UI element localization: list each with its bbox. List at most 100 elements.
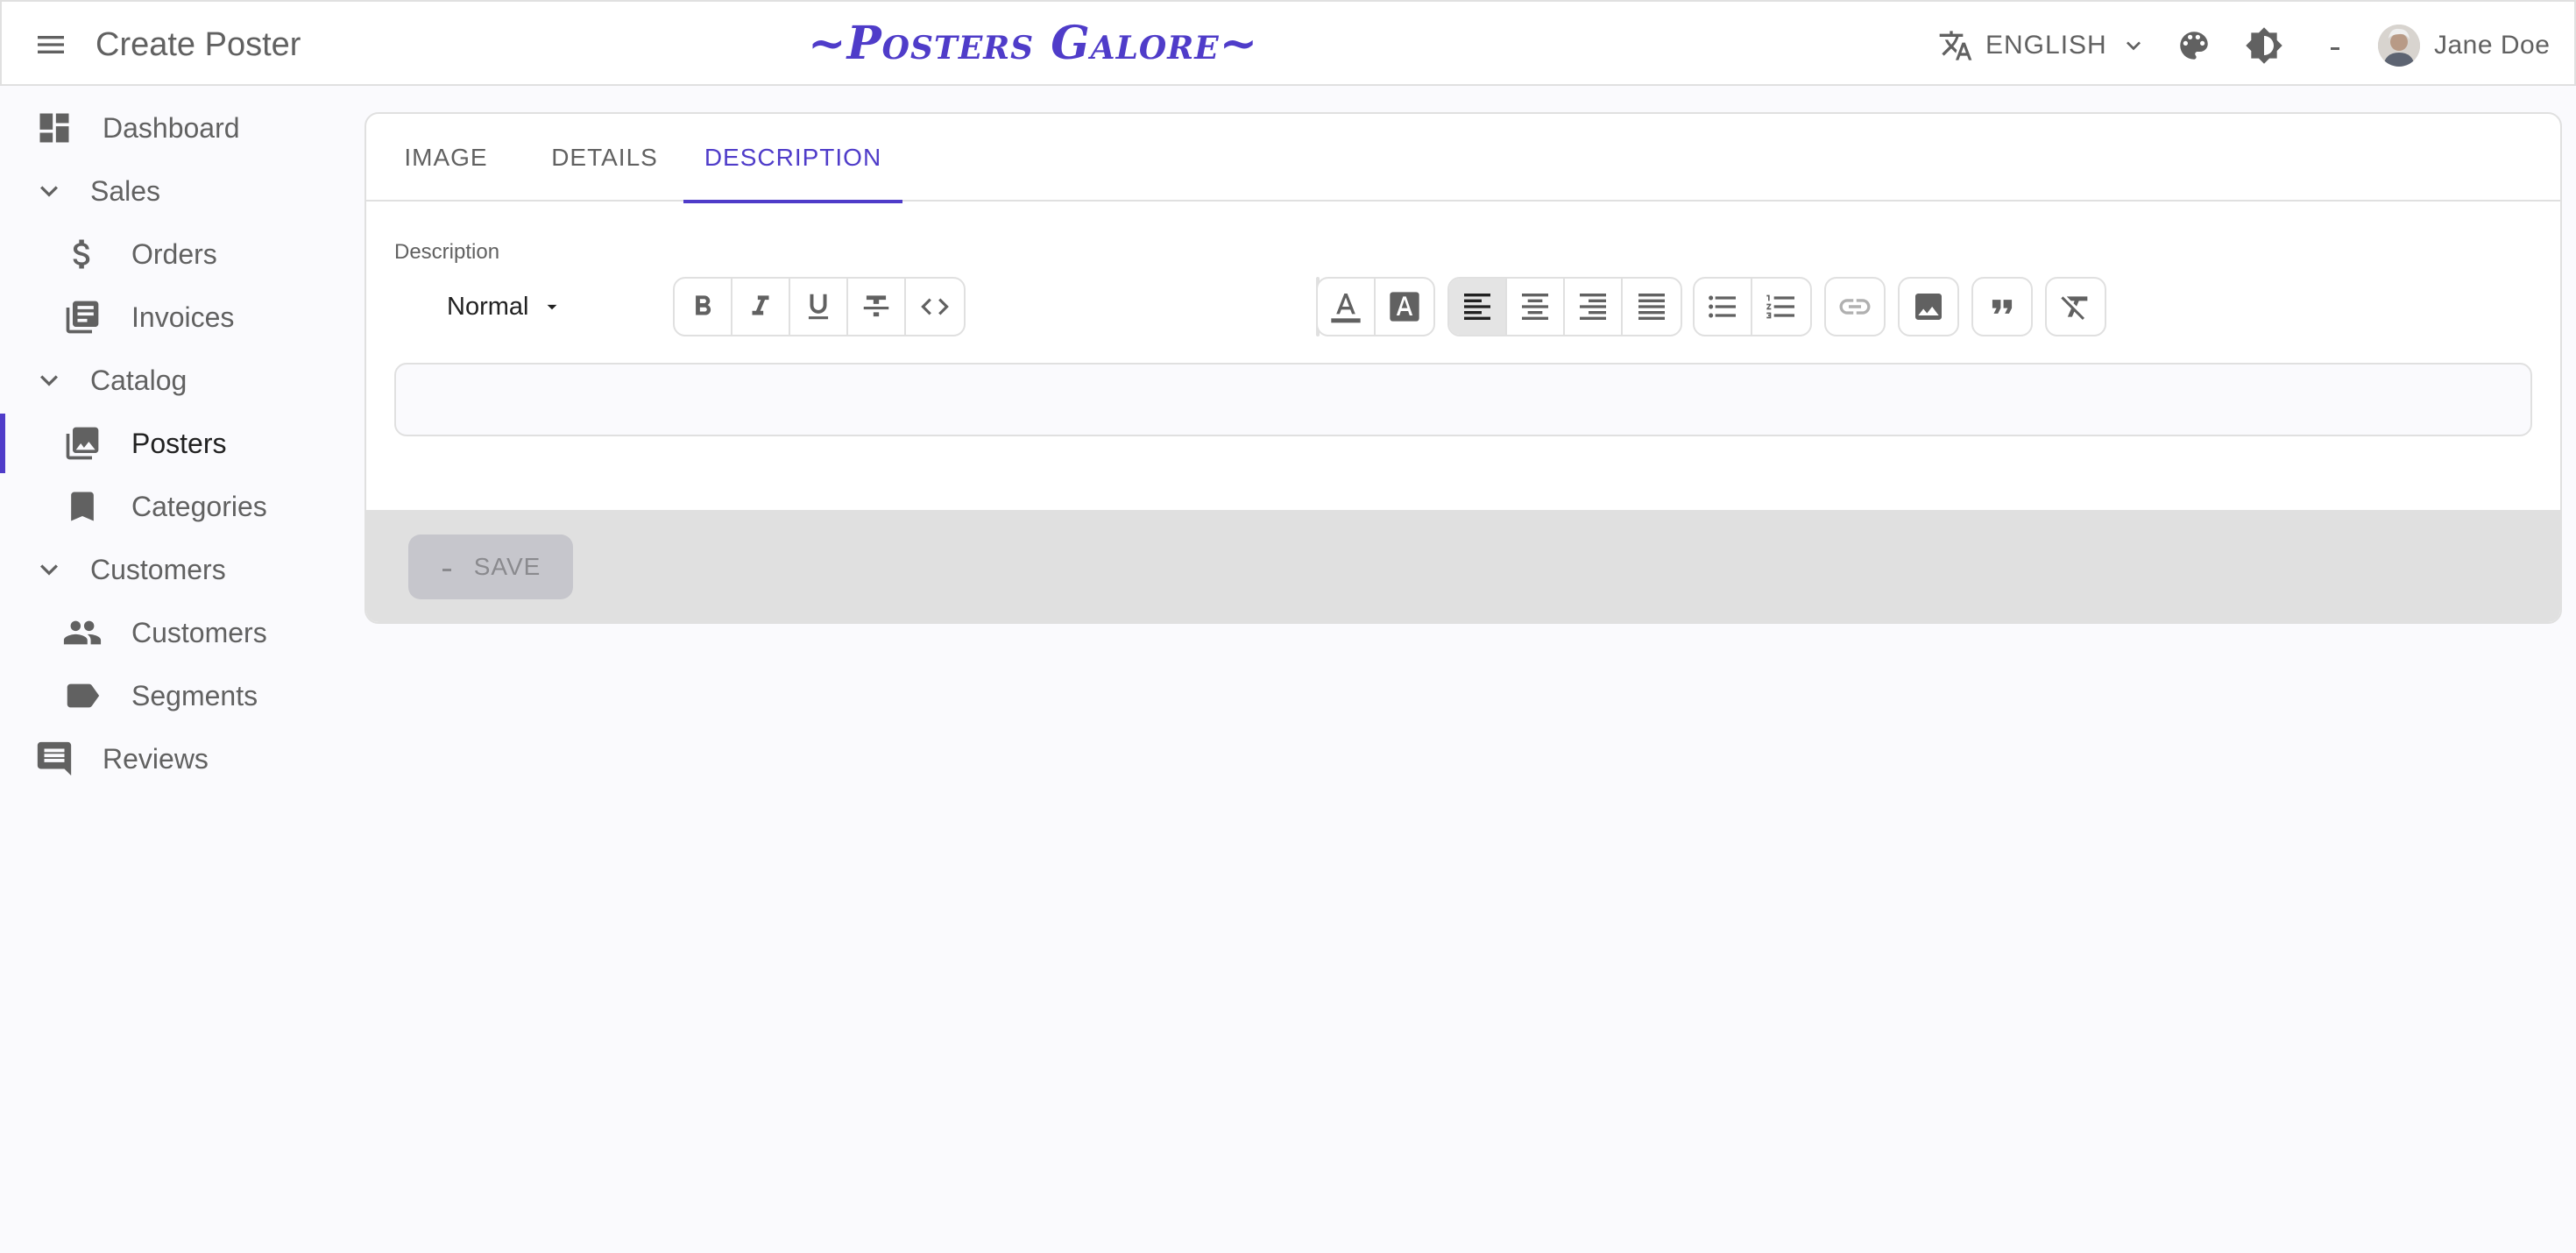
block-type-select[interactable]: Normal <box>447 277 563 336</box>
people-icon <box>61 612 103 654</box>
sidebar-group-sales[interactable]: Sales <box>0 159 350 223</box>
quote-icon <box>1992 300 2013 314</box>
sidebar-group-catalog[interactable]: Catalog <box>0 349 350 412</box>
strikethrough-icon <box>863 295 889 317</box>
clear-format-group <box>2045 277 2106 336</box>
avatar <box>2378 25 2420 67</box>
dashboard-icon <box>33 107 75 149</box>
sidebar-item-label: Segments <box>131 680 258 711</box>
tab-details[interactable]: DETAILS <box>526 114 683 202</box>
menu-button[interactable] <box>28 22 74 67</box>
sidebar-item-label: Sales <box>90 175 161 207</box>
image-icon <box>1915 294 1942 320</box>
link-group <box>1824 277 1886 336</box>
align-center-button[interactable] <box>1507 279 1565 335</box>
sidebar-item-label: Dashboard <box>103 112 240 144</box>
save-button[interactable]: SAVE <box>408 534 573 599</box>
user-name: Jane Doe <box>2434 31 2551 60</box>
sidebar-item-label: Reviews <box>103 743 209 775</box>
tab-description[interactable]: DESCRIPTION <box>683 114 902 203</box>
page-title: Create Poster <box>96 26 301 63</box>
alignment-group <box>1447 277 1682 336</box>
sidebar-item-label: Invoices <box>131 301 235 333</box>
link-icon <box>1839 299 1871 315</box>
image-group <box>1898 277 1959 336</box>
tab-image[interactable]: IMAGE <box>366 114 526 202</box>
bulleted-list-icon <box>1709 295 1736 318</box>
bookmark-icon <box>61 485 103 527</box>
comment-icon <box>33 738 75 780</box>
align-justify-icon <box>1638 294 1665 320</box>
sidebar-item-reviews[interactable]: Reviews <box>0 727 350 790</box>
collections-icon <box>61 422 103 464</box>
align-justify-button[interactable] <box>1623 279 1681 335</box>
align-center-icon <box>1522 294 1548 320</box>
bold-icon <box>696 295 711 315</box>
block-type-value: Normal <box>447 292 529 321</box>
dollar-icon <box>61 233 103 275</box>
code-icon <box>921 298 949 315</box>
language-label: ENGLISH <box>1985 31 2107 60</box>
link-button[interactable] <box>1826 279 1884 335</box>
brand-logo: ~Posters Galore~ <box>808 17 1259 70</box>
background-color-button[interactable] <box>1376 279 1433 335</box>
sidebar-item-invoices[interactable]: Invoices <box>0 286 350 349</box>
quote-group <box>1971 277 2033 336</box>
loading-icon <box>2331 47 2339 50</box>
tab-bar: IMAGE DETAILS DESCRIPTION <box>366 114 2560 203</box>
palette-icon <box>2180 32 2208 60</box>
sidebar-item-segments[interactable]: Segments <box>0 664 350 727</box>
poster-create-form: IMAGE DETAILS DESCRIPTION Description No… <box>364 112 2562 624</box>
code-button[interactable] <box>906 279 964 335</box>
sidebar-item-customers[interactable]: Customers <box>0 601 350 664</box>
app-bar: Create Poster ~Posters Galore~ ENGLISH J… <box>0 0 2576 86</box>
sidebar-item-label: Posters <box>131 428 227 459</box>
sidebar-item-posters[interactable]: Posters <box>0 412 350 475</box>
translate-icon <box>1939 31 1972 60</box>
sidebar-group-customers[interactable]: Customers <box>0 538 350 601</box>
text-color-button[interactable] <box>1318 279 1376 335</box>
sidebar-item-label: Orders <box>131 238 217 270</box>
insert-image-button[interactable] <box>1900 279 1957 335</box>
sidebar-item-label: Customers <box>131 617 267 648</box>
sidebar-item-label: Categories <box>131 491 267 522</box>
sidebar-item-orders[interactable]: Orders <box>0 223 350 286</box>
label-icon <box>61 675 103 717</box>
italic-icon <box>752 295 769 315</box>
text-color-icon <box>1331 294 1361 323</box>
description-field-label: Description <box>394 240 500 264</box>
bulleted-list-button[interactable] <box>1695 279 1752 335</box>
align-left-button[interactable] <box>1449 279 1507 335</box>
language-menu-button[interactable]: ENGLISH <box>1938 21 2148 70</box>
save-label: SAVE <box>473 553 541 580</box>
refresh-button[interactable] <box>2311 21 2360 70</box>
bold-button[interactable] <box>675 279 732 335</box>
numbered-list-icon <box>1766 294 1794 319</box>
underline-icon <box>808 294 829 320</box>
chevron-down-icon <box>28 170 70 212</box>
text-style-group <box>673 277 966 336</box>
blockquote-button[interactable] <box>1973 279 2031 335</box>
invoices-icon <box>61 296 103 338</box>
sidebar-item-dashboard[interactable]: Dashboard <box>0 96 350 159</box>
sidebar-item-label: Catalog <box>90 365 188 396</box>
format-clear-icon <box>2061 296 2088 320</box>
user-menu-button[interactable]: Jane Doe <box>2378 19 2550 72</box>
theme-palette-button[interactable] <box>2169 21 2219 70</box>
numbered-list-button[interactable] <box>1752 279 1810 335</box>
strikethrough-button[interactable] <box>848 279 906 335</box>
align-right-button[interactable] <box>1565 279 1623 335</box>
underline-button[interactable] <box>790 279 848 335</box>
toggle-theme-button[interactable] <box>2240 21 2289 70</box>
background-color-icon <box>1390 292 1419 322</box>
description-editor[interactable] <box>394 363 2532 436</box>
sidebar-item-categories[interactable]: Categories <box>0 475 350 538</box>
align-left-icon <box>1464 294 1490 320</box>
chevron-down-icon <box>28 549 70 591</box>
brightness-icon <box>2246 27 2282 64</box>
italic-button[interactable] <box>732 279 790 335</box>
clear-formatting-button[interactable] <box>2047 279 2105 335</box>
color-group <box>1316 277 1435 336</box>
dropdown-arrow-icon <box>548 304 557 310</box>
sidebar-item-label: Customers <box>90 554 226 585</box>
